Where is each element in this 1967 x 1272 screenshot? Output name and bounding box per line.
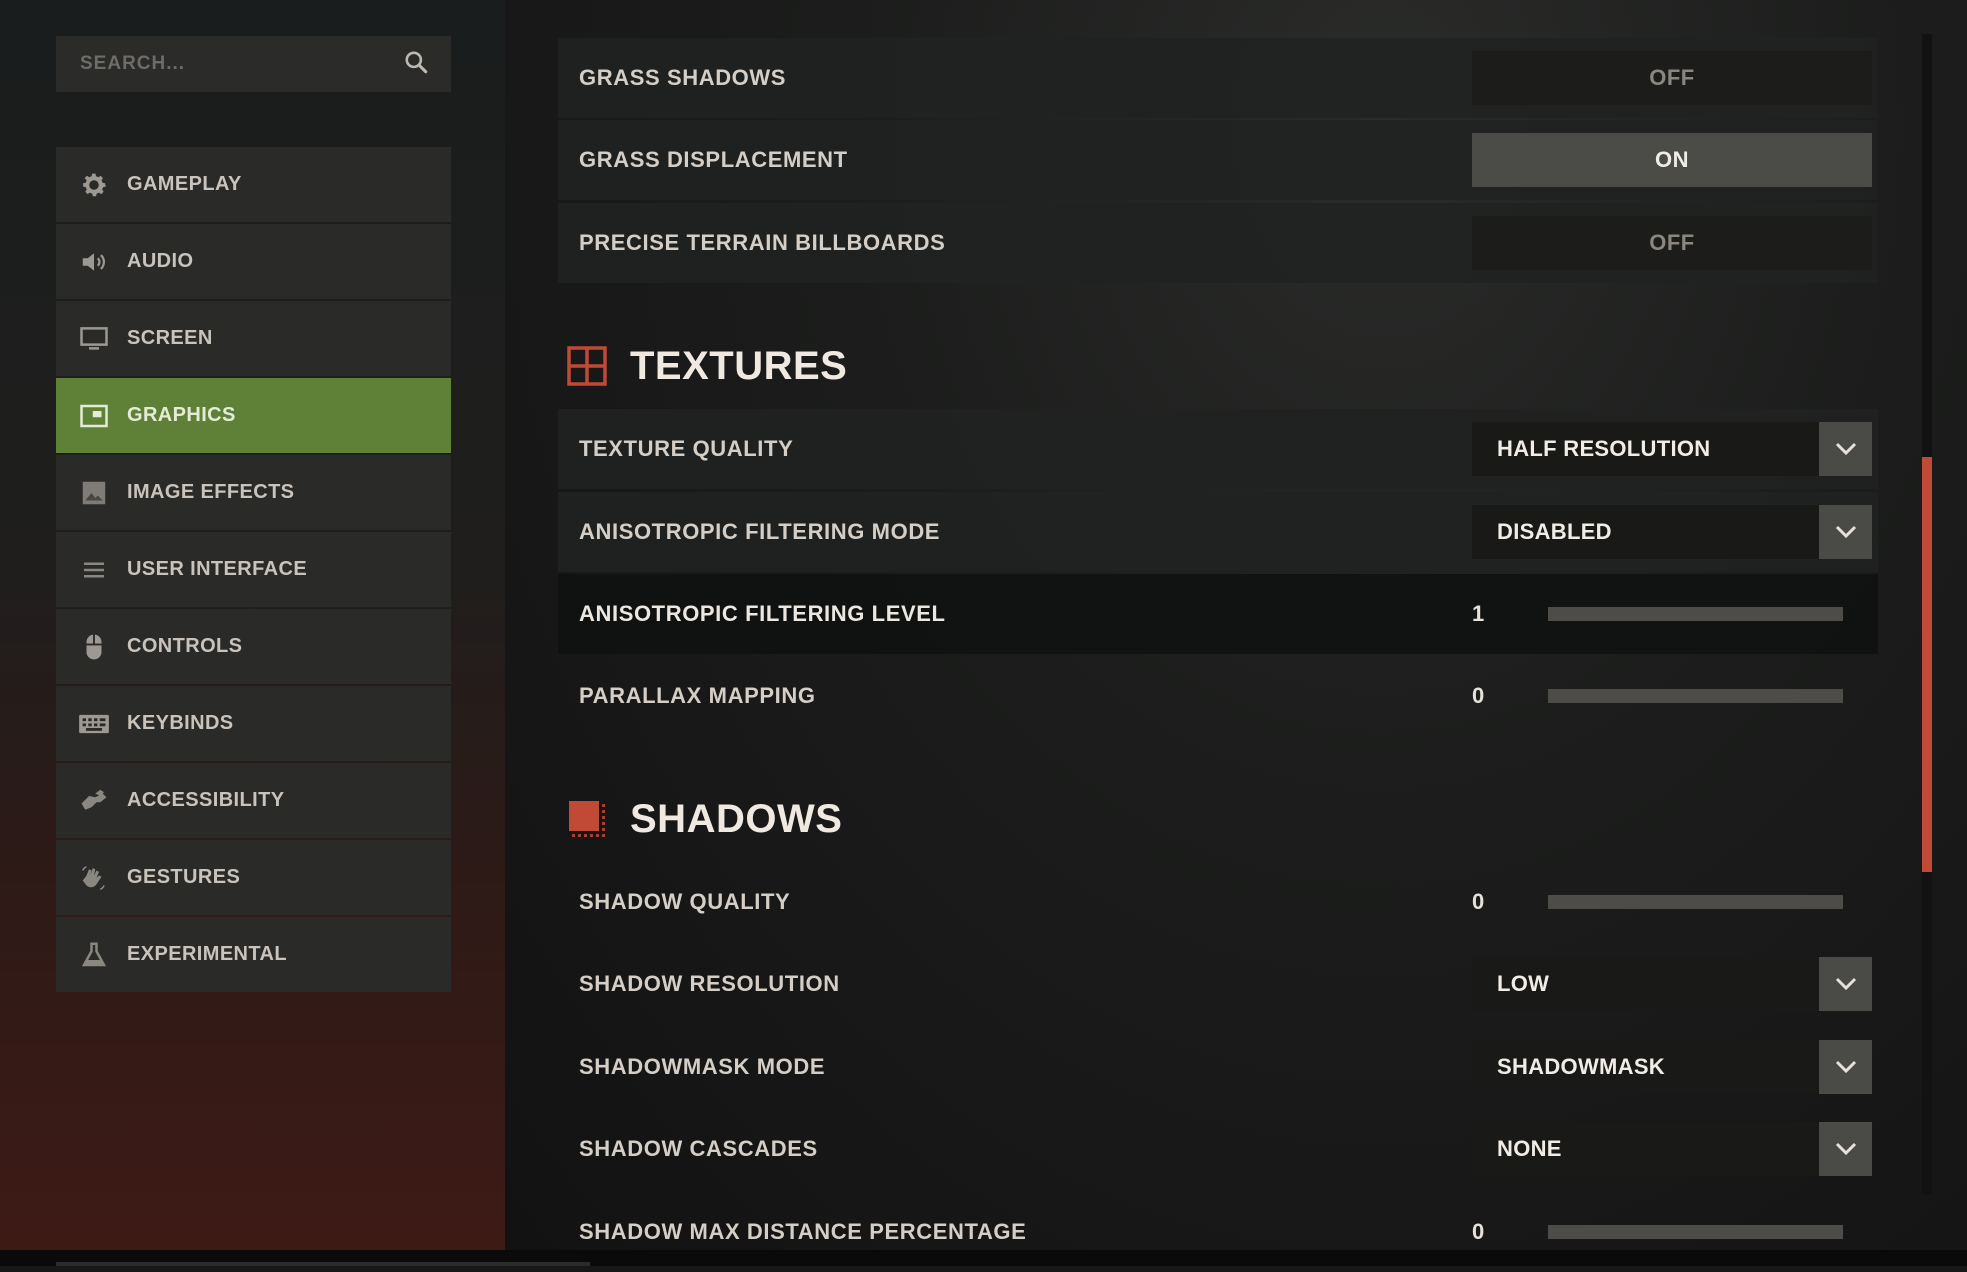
section-header-shadows: SHADOWS [566,784,842,854]
dropdown-value: NONE [1497,1136,1562,1161]
sidebar-item-label: USER INTERFACE [127,558,308,580]
sidebar-item-label: GESTURES [127,866,241,888]
scrollbar-thumb[interactable] [1922,457,1932,872]
accessibility-hand-icon [77,786,111,816]
chevron-down-icon[interactable] [1819,1040,1872,1094]
setting-row-anisotropic-filtering-level: ANISOTROPIC FILTERING LEVEL 1 [558,574,1878,654]
keyboard-icon [77,709,111,739]
sidebar-item-user-interface[interactable]: USER INTERFACE [56,532,451,607]
setting-label: SHADOW CASCADES [579,1136,818,1161]
setting-label: GRASS SHADOWS [579,65,787,90]
shadow-max-distance-percentage-slider[interactable] [1548,1225,1843,1239]
section-title: SHADOWS [630,796,843,841]
setting-row-parallax-mapping: PARALLAX MAPPING 0 [558,656,1878,736]
sidebar-item-controls[interactable]: CONTROLS [56,609,451,684]
sidebar-item-label: GAMEPLAY [127,173,242,195]
gear-icon [77,170,111,200]
shadow-square-icon [569,801,605,837]
shadowmask-mode-dropdown[interactable]: SHADOWMASK [1472,1040,1872,1094]
slider-value: 0 [1472,1219,1485,1244]
waving-hand-icon [77,863,111,893]
grass-shadows-toggle[interactable]: OFF [1472,51,1872,105]
sidebar-item-accessibility[interactable]: ACCESSIBILITY [56,763,451,838]
setting-row-anisotropic-filtering-mode: ANISOTROPIC FILTERING MODE DISABLED [558,492,1878,572]
sidebar-item-gameplay[interactable]: GAMEPLAY [56,147,451,222]
setting-row-grass-shadows: GRASS SHADOWS OFF [558,38,1878,118]
setting-label: SHADOW QUALITY [579,889,791,914]
anisotropic-filtering-mode-dropdown[interactable]: DISABLED [1472,505,1872,559]
setting-label: SHADOW MAX DISTANCE PERCENTAGE [579,1219,1027,1244]
slider-value: 1 [1472,601,1485,626]
parallax-mapping-slider[interactable] [1548,689,1843,703]
sidebar-item-keybinds[interactable]: KEYBINDS [56,686,451,761]
settings-nav: GAMEPLAY AUDIO SCREEN GRAPHICS IMAGE EFF… [56,147,451,994]
chevron-down-icon[interactable] [1819,1122,1872,1176]
chevron-down-icon[interactable] [1819,422,1872,476]
chevron-down-icon[interactable] [1819,957,1872,1011]
monitor-icon [77,324,111,354]
sidebar-item-audio[interactable]: AUDIO [56,224,451,299]
setting-label: ANISOTROPIC FILTERING LEVEL [579,601,946,626]
sidebar-item-gestures[interactable]: GESTURES [56,840,451,915]
setting-label: PRECISE TERRAIN BILLBOARDS [579,230,946,255]
setting-row-precise-terrain-billboards: PRECISE TERRAIN BILLBOARDS OFF [558,203,1878,283]
sidebar-item-label: KEYBINDS [127,712,234,734]
setting-row-shadow-cascades: SHADOW CASCADES NONE [558,1109,1878,1189]
graphics-icon [77,401,111,431]
setting-row-shadowmask-mode: SHADOWMASK MODE SHADOWMASK [558,1027,1878,1107]
setting-label: TEXTURE QUALITY [579,436,794,461]
sidebar-item-label: GRAPHICS [127,404,236,426]
mouse-icon [77,632,111,662]
setting-row-shadow-quality: SHADOW QUALITY 0 [558,862,1878,942]
texture-quality-dropdown[interactable]: HALF RESOLUTION [1472,422,1872,476]
sidebar-item-label: CONTROLS [127,635,243,657]
flask-icon [77,940,111,970]
menu-lines-icon [77,555,111,585]
dropdown-value: HALF RESOLUTION [1497,436,1711,461]
sidebar-item-label: ACCESSIBILITY [127,789,285,811]
setting-row-grass-displacement: GRASS DISPLACEMENT ON [558,120,1878,200]
shadow-quality-slider[interactable] [1548,895,1843,909]
section-title: TEXTURES [630,343,848,388]
grid-icon [567,346,607,386]
sidebar-item-image-effects[interactable]: IMAGE EFFECTS [56,455,451,530]
search-box[interactable] [56,36,451,92]
search-icon[interactable] [403,49,429,80]
shadow-resolution-dropdown[interactable]: LOW [1472,957,1872,1011]
image-icon [77,478,111,508]
sidebar-item-screen[interactable]: SCREEN [56,301,451,376]
sidebar-item-label: SCREEN [127,327,213,349]
chevron-down-icon[interactable] [1819,505,1872,559]
setting-row-texture-quality: TEXTURE QUALITY HALF RESOLUTION [558,409,1878,489]
setting-row-shadow-resolution: SHADOW RESOLUTION LOW [558,944,1878,1024]
anisotropic-filtering-level-slider[interactable] [1548,607,1843,621]
sidebar-item-label: AUDIO [127,250,194,272]
sidebar-item-experimental[interactable]: EXPERIMENTAL [56,917,451,992]
shadow-cascades-dropdown[interactable]: NONE [1472,1122,1872,1176]
setting-label: PARALLAX MAPPING [579,683,816,708]
sidebar-item-label: EXPERIMENTAL [127,943,287,965]
dropdown-value: DISABLED [1497,519,1612,544]
setting-label: ANISOTROPIC FILTERING MODE [579,519,941,544]
section-header-textures: TEXTURES [566,331,847,401]
bottom-progress-line [56,1262,590,1266]
dropdown-value: LOW [1497,971,1550,996]
search-input[interactable] [78,52,382,76]
precise-terrain-billboards-toggle[interactable]: OFF [1472,216,1872,270]
speaker-icon [77,247,111,277]
slider-value: 0 [1472,683,1485,708]
dropdown-value: SHADOWMASK [1497,1054,1665,1079]
setting-label: SHADOW RESOLUTION [579,971,840,996]
sidebar-item-label: IMAGE EFFECTS [127,481,295,503]
setting-label: GRASS DISPLACEMENT [579,147,848,172]
setting-label: SHADOWMASK MODE [579,1054,826,1079]
grass-displacement-toggle[interactable]: ON [1472,133,1872,187]
sidebar-item-graphics[interactable]: GRAPHICS [56,378,451,453]
slider-value: 0 [1472,889,1485,914]
